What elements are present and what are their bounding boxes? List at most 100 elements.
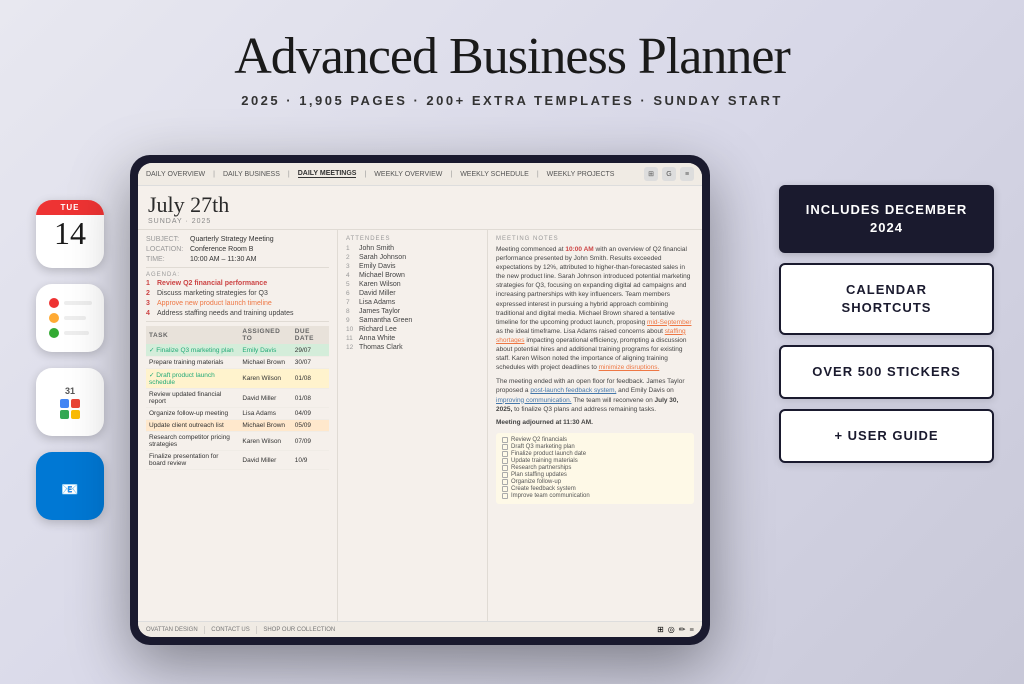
page-subtitle: 2025 · 1,905 PAGES · 200+ EXTRA TEMPLATE… bbox=[20, 93, 1004, 108]
attendee-9: 9Samantha Green bbox=[346, 317, 479, 324]
nav-weekly-overview[interactable]: WEEKLY OVERVIEW bbox=[374, 171, 442, 178]
footer-shop: SHOP OUR COLLECTION bbox=[263, 627, 335, 633]
feature-card-label: + USER GUIDE bbox=[834, 428, 938, 443]
feature-card-stickers: OVER 500 STICKERS bbox=[779, 345, 994, 399]
table-row: ✓ Draft product launch schedule Karen Wi… bbox=[146, 369, 329, 389]
task-assigned: Emily Davis bbox=[239, 344, 291, 357]
meeting-date-sub: SUNDAY · 2025 bbox=[148, 218, 692, 225]
task-name: ✓ Draft product launch schedule bbox=[146, 369, 239, 389]
toolbar-icons: ⊞ ◎ ✏ ≡ bbox=[657, 625, 694, 634]
task-name: Prepare training materials bbox=[146, 357, 239, 369]
calendar-date-number: 14 bbox=[54, 217, 86, 249]
feature-card-label: INCLUDES DECEMBER 2024 bbox=[806, 202, 967, 235]
task-due: 30/07 bbox=[292, 357, 329, 369]
nav-daily-business[interactable]: DAILY BUSINESS bbox=[223, 171, 280, 178]
location-row: LOCATION: Conference Room B bbox=[146, 246, 329, 253]
task-assigned: Karen Wilson bbox=[239, 432, 291, 451]
task-assigned: Michael Brown bbox=[239, 420, 291, 432]
calendar-day-label: TUE bbox=[36, 200, 104, 215]
attendee-11: 11Anna White bbox=[346, 335, 479, 342]
app-icons-panel: TUE 14 31 bbox=[36, 200, 104, 520]
nav-daily-meetings[interactable]: DAILY MEETINGS bbox=[298, 170, 357, 178]
nav-weekly-schedule[interactable]: WEEKLY SCHEDULE bbox=[460, 171, 529, 178]
google-calendar-icon[interactable]: 31 bbox=[36, 368, 104, 436]
feature-cards-panel: INCLUDES DECEMBER 2024 CALENDAR SHORTCUT… bbox=[779, 185, 994, 463]
nav-daily-overview[interactable]: DAILY OVERVIEW bbox=[146, 171, 205, 178]
task-due: 29/07 bbox=[292, 344, 329, 357]
toolbar-icon[interactable]: ✏ bbox=[679, 625, 686, 634]
agenda-section-label: AGENDA: bbox=[146, 272, 329, 278]
date-bar: July 27th SUNDAY · 2025 bbox=[138, 186, 702, 230]
toolbar-icon[interactable]: ≡ bbox=[689, 625, 694, 634]
notes-text-2: The meeting ended with an open floor for… bbox=[496, 377, 694, 413]
feature-card-guide: + USER GUIDE bbox=[779, 409, 994, 463]
attendees-panel: ATTENDEES 1John Smith 2Sarah Johnson 3Em… bbox=[338, 230, 488, 621]
task-assigned: Michael Brown bbox=[239, 357, 291, 369]
meeting-details-panel: SUBJECT: Quarterly Strategy Meeting LOCA… bbox=[138, 230, 338, 621]
nav-icon-3[interactable]: ≡ bbox=[680, 167, 694, 181]
attendee-4: 4Michael Brown bbox=[346, 272, 479, 279]
attendee-2: 2Sarah Johnson bbox=[346, 254, 479, 261]
reminders-app-icon[interactable] bbox=[36, 284, 104, 352]
task-name: Finalize presentation for board review bbox=[146, 451, 239, 470]
attendee-3: 3Emily Davis bbox=[346, 263, 479, 270]
nav-icons-group: ⊞ G ≡ bbox=[644, 167, 694, 181]
nav-weekly-projects[interactable]: WEEKLY PROJECTS bbox=[547, 171, 615, 178]
check-item: Review Q2 financials bbox=[502, 437, 688, 443]
table-row: Research competitor pricing strategies K… bbox=[146, 432, 329, 451]
toolbar-icon[interactable]: ⊞ bbox=[657, 625, 664, 634]
task-due: 04/09 bbox=[292, 408, 329, 420]
check-item: Improve team communication bbox=[502, 493, 688, 499]
tablet-main-content: SUBJECT: Quarterly Strategy Meeting LOCA… bbox=[138, 230, 702, 621]
table-row: Prepare training materials Michael Brown… bbox=[146, 357, 329, 369]
task-due: 01/08 bbox=[292, 369, 329, 389]
nav-icon-2[interactable]: G bbox=[662, 167, 676, 181]
assigned-col-header: ASSIGNED TO bbox=[239, 326, 291, 344]
attendee-12: 12Thomas Clark bbox=[346, 344, 479, 351]
tablet-frame: DAILY OVERVIEW | DAILY BUSINESS | DAILY … bbox=[130, 155, 710, 645]
attendee-5: 5Karen Wilson bbox=[346, 281, 479, 288]
task-name: Update client outreach list bbox=[146, 420, 239, 432]
attendee-1: 1John Smith bbox=[346, 245, 479, 252]
footer-contact: CONTACT US bbox=[211, 627, 249, 633]
check-item: Update training materials bbox=[502, 458, 688, 464]
check-item: Research partnerships bbox=[502, 465, 688, 471]
notes-footer: Meeting adjourned at 11:30 AM. bbox=[496, 418, 694, 427]
task-assigned: Lisa Adams bbox=[239, 408, 291, 420]
calendar-app-icon[interactable]: TUE 14 bbox=[36, 200, 104, 268]
feature-card-december: INCLUDES DECEMBER 2024 bbox=[779, 185, 994, 253]
tablet-bottom-bar: OVATTAN DESIGN | CONTACT US | SHOP OUR C… bbox=[138, 621, 702, 637]
table-row: Review updated financial report David Mi… bbox=[146, 389, 329, 408]
task-due: 01/08 bbox=[292, 389, 329, 408]
tablet-screen: DAILY OVERVIEW | DAILY BUSINESS | DAILY … bbox=[138, 163, 702, 637]
meeting-notes-panel: MEETING NOTES Meeting commenced at 10:00… bbox=[488, 230, 702, 621]
subject-label: SUBJECT: bbox=[146, 236, 186, 243]
meeting-date: July 27th bbox=[148, 192, 692, 218]
notes-text: Meeting commenced at 10:00 AM with an ov… bbox=[496, 245, 694, 372]
subject-row: SUBJECT: Quarterly Strategy Meeting bbox=[146, 236, 329, 243]
check-item: Plan staffing updates bbox=[502, 472, 688, 478]
task-name: ✓ Finalize Q3 marketing plan bbox=[146, 344, 239, 357]
feature-card-label: OVER 500 STICKERS bbox=[812, 364, 961, 379]
time-label: TIME: bbox=[146, 256, 186, 263]
agenda-item-4: 4 Address staffing needs and training up… bbox=[146, 310, 329, 317]
task-due: 07/09 bbox=[292, 432, 329, 451]
attendee-10: 10Richard Lee bbox=[346, 326, 479, 333]
mini-checklist: Review Q2 financials Draft Q3 marketing … bbox=[496, 433, 694, 504]
nav-icon-1[interactable]: ⊞ bbox=[644, 167, 658, 181]
toolbar-icon[interactable]: ◎ bbox=[668, 625, 675, 634]
task-col-header: TASK bbox=[146, 326, 239, 344]
page-header: Advanced Business Planner 2025 · 1,905 P… bbox=[0, 0, 1024, 118]
tablet-nav-bar: DAILY OVERVIEW | DAILY BUSINESS | DAILY … bbox=[138, 163, 702, 186]
task-due: 10/9 bbox=[292, 451, 329, 470]
footer-brand: OVATTAN DESIGN bbox=[146, 627, 198, 633]
outlook-app-icon[interactable]: 📧 bbox=[36, 452, 104, 520]
table-row: ✓ Finalize Q3 marketing plan Emily Davis… bbox=[146, 344, 329, 357]
page-title: Advanced Business Planner bbox=[20, 28, 1004, 85]
task-name: Review updated financial report bbox=[146, 389, 239, 408]
task-assigned: David Miller bbox=[239, 451, 291, 470]
time-row: TIME: 10:00 AM – 11:30 AM bbox=[146, 256, 329, 263]
due-col-header: DUE DATE bbox=[292, 326, 329, 344]
task-assigned: David Miller bbox=[239, 389, 291, 408]
task-due: 05/09 bbox=[292, 420, 329, 432]
